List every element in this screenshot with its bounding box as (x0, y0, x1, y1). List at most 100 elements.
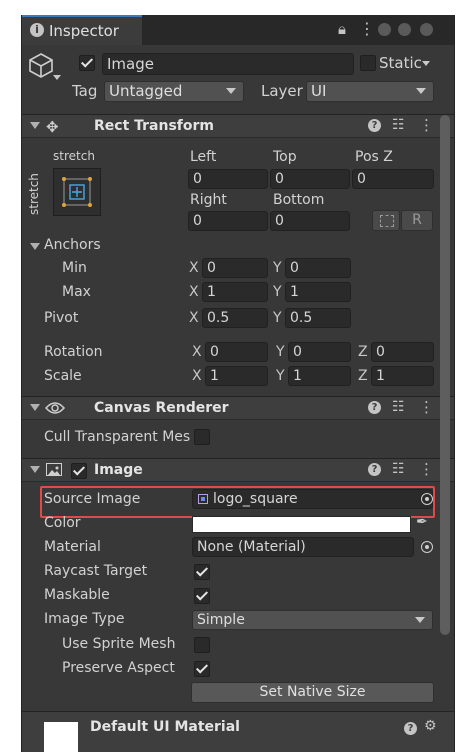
bottom-label: Bottom (273, 192, 325, 208)
posz-field[interactable]: 0 (352, 169, 434, 189)
raycast-target-checkbox[interactable] (194, 564, 210, 580)
max-y-field[interactable]: 1 (285, 282, 351, 302)
lock-icon[interactable]: 🔒︎ (338, 20, 346, 38)
presets-icon[interactable]: ☷ (392, 461, 405, 477)
component-menu-icon[interactable]: ⋮ (419, 460, 434, 478)
component-menu-icon[interactable]: ⋮ (419, 116, 434, 134)
help-icon[interactable]: ? (404, 722, 417, 735)
use-sprite-mesh-checkbox[interactable] (194, 637, 210, 653)
blueprint-icon (380, 215, 394, 227)
anchors-label[interactable]: Anchors (44, 237, 101, 253)
layer-value: UI (311, 82, 327, 100)
inspector-window: i Inspector 🔒︎ ⋮ Image Static Tag Untagg… (21, 15, 455, 752)
rect-transform-header[interactable]: ✥ Rect Transform ? ☷ ⋮ (22, 114, 454, 138)
foldout-arrow-icon[interactable] (30, 122, 40, 129)
component-menu-icon[interactable]: ⋮ (419, 398, 434, 416)
layer-label: Layer (261, 82, 303, 100)
material-preview-swatch[interactable] (44, 722, 78, 752)
maskable-checkbox[interactable] (194, 588, 210, 604)
max-x-field[interactable]: 1 (202, 282, 268, 302)
eye-icon (44, 401, 66, 419)
layer-dropdown[interactable]: UI (306, 81, 434, 102)
presets-icon[interactable]: ☷ (392, 399, 405, 415)
scrollbar-thumb[interactable] (440, 115, 450, 635)
object-picker-icon[interactable] (421, 541, 433, 553)
image-component-header[interactable]: Image ? ☷ ⋮ (22, 458, 454, 482)
icon-dropdown-arrow-icon[interactable] (53, 75, 61, 80)
blueprint-mode-button[interactable] (372, 210, 400, 231)
window-close-icon[interactable] (420, 23, 433, 36)
static-checkbox[interactable] (360, 55, 376, 71)
min-x-field[interactable]: 0 (202, 258, 268, 278)
scale-x-axis-label: X (192, 368, 202, 384)
image-enabled-checkbox[interactable] (71, 463, 87, 479)
object-name-field[interactable]: Image (102, 53, 354, 75)
help-icon[interactable]: ? (368, 463, 381, 476)
max-label: Max (62, 284, 91, 300)
static-dropdown-icon[interactable] (422, 61, 430, 66)
scale-z-axis-label: Z (358, 368, 368, 384)
set-native-size-button[interactable]: Set Native Size (191, 682, 434, 703)
settings-gear-icon[interactable]: ⚙ (424, 718, 437, 734)
static-label[interactable]: Static (379, 54, 422, 72)
image-component-icon (46, 463, 62, 476)
more-menu-icon[interactable]: ⋮ (359, 19, 375, 38)
material-field[interactable]: None (Material) (192, 537, 414, 557)
right-label: Right (190, 192, 227, 208)
tag-label: Tag (72, 82, 98, 100)
window-maximize-icon[interactable] (398, 23, 411, 36)
anchor-preset-side-label: stretch (27, 173, 41, 215)
bottom-field[interactable]: 0 (270, 211, 350, 231)
tab-inspector[interactable]: i Inspector (22, 15, 142, 45)
left-field[interactable]: 0 (188, 169, 268, 189)
pivot-x-field[interactable]: 0.5 (202, 308, 268, 328)
right-field[interactable]: 0 (188, 211, 268, 231)
color-label: Color (44, 515, 81, 531)
info-icon: i (30, 23, 44, 37)
color-swatch[interactable] (192, 516, 411, 533)
cull-transparent-checkbox[interactable] (194, 429, 210, 445)
scale-x-field[interactable]: 1 (205, 366, 268, 386)
anchors-foldout-icon[interactable] (30, 243, 40, 250)
top-field[interactable]: 0 (270, 169, 350, 189)
pivot-x-axis-label: X (189, 310, 199, 326)
min-y-axis-label: Y (273, 260, 282, 276)
material-label: Material (44, 539, 101, 555)
left-label: Left (190, 149, 217, 165)
scale-y-field[interactable]: 1 (288, 366, 351, 386)
min-x-axis-label: X (189, 260, 199, 276)
tag-dropdown[interactable]: Untagged (104, 81, 244, 102)
rotation-x-axis-label: X (192, 344, 202, 360)
cull-transparent-label: Cull Transparent Mes (44, 429, 191, 445)
gameobject-cube-icon[interactable] (28, 52, 54, 78)
rotation-z-axis-label: Z (358, 344, 368, 360)
rect-transform-icon: ✥ (46, 118, 59, 136)
window-minimize-icon[interactable] (378, 23, 391, 36)
help-icon[interactable]: ? (368, 401, 381, 414)
image-type-dropdown[interactable]: Simple (192, 610, 433, 630)
help-icon[interactable]: ? (368, 119, 381, 132)
rotation-y-axis-label: Y (276, 344, 285, 360)
active-checkbox[interactable] (79, 55, 95, 71)
scale-z-field[interactable]: 1 (371, 366, 434, 386)
anchor-preset-button[interactable] (53, 168, 101, 216)
rotation-y-field[interactable]: 0 (288, 342, 351, 362)
rotation-x-field[interactable]: 0 (205, 342, 268, 362)
preserve-aspect-checkbox[interactable] (194, 661, 210, 677)
rotation-label: Rotation (44, 344, 103, 360)
presets-icon[interactable]: ☷ (392, 117, 405, 133)
foldout-arrow-icon[interactable] (30, 404, 40, 411)
image-type-value: Simple (197, 612, 245, 628)
canvas-renderer-header[interactable]: Canvas Renderer ? ☷ ⋮ (22, 396, 454, 420)
rotation-z-field[interactable]: 0 (371, 342, 434, 362)
material-footer: Default UI Material ? ⚙ (22, 711, 454, 752)
preserve-aspect-label: Preserve Aspect (62, 660, 175, 676)
min-y-field[interactable]: 0 (285, 258, 351, 278)
eyedropper-icon[interactable]: ✒ (416, 514, 428, 530)
posz-label: Pos Z (355, 149, 393, 165)
pivot-y-field[interactable]: 0.5 (285, 308, 351, 328)
max-x-axis-label: X (189, 284, 199, 300)
raw-edit-button[interactable]: R (401, 210, 433, 231)
chevron-down-icon (415, 617, 425, 623)
foldout-arrow-icon[interactable] (30, 466, 40, 473)
